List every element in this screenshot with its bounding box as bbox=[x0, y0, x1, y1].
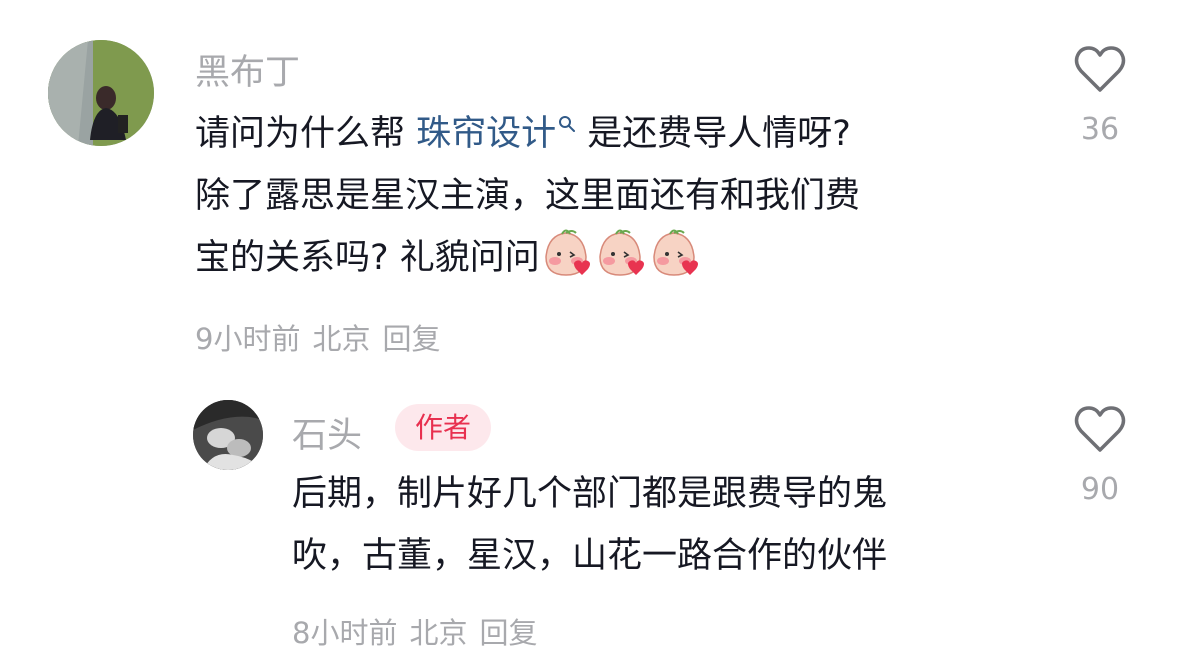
blush-kiss-emoji bbox=[652, 229, 698, 276]
comment-line: 请问为什么帮 珠帘设计 是还费导人情呀? bbox=[195, 103, 860, 165]
avatar-image bbox=[48, 40, 154, 146]
comment-text-segment: 是还费导人情呀? bbox=[576, 114, 851, 154]
comment-body: 后期，制片好几个部门都是跟费导的鬼 吹，古董，星汉，山花一路合作的伙伴 bbox=[292, 463, 887, 587]
mention-link[interactable]: 珠帘设计 bbox=[416, 114, 576, 154]
comment-line: 除了露思是星汉主演，这里面还有和我们费 bbox=[195, 176, 861, 216]
avatar-image bbox=[193, 400, 263, 470]
like-count: 90 bbox=[1080, 472, 1120, 507]
blush-kiss-emoji bbox=[544, 229, 590, 276]
mention-label: 珠帘设计 bbox=[416, 114, 557, 154]
comment-username[interactable]: 石头 bbox=[292, 407, 362, 458]
comment-username[interactable]: 黑布丁 bbox=[195, 44, 300, 95]
avatar[interactable] bbox=[48, 40, 154, 146]
like-button[interactable]: 36 bbox=[1065, 44, 1135, 147]
reply-button[interactable]: 回复 bbox=[382, 322, 440, 356]
author-badge: 作者 bbox=[395, 404, 491, 451]
comment-text-segment: 宝的关系吗? 礼貌问问 bbox=[195, 238, 540, 278]
comment-location: 北京 bbox=[312, 322, 371, 356]
blush-kiss-emoji bbox=[598, 229, 644, 276]
comment-time: 8小时前 bbox=[292, 616, 398, 650]
like-count: 36 bbox=[1080, 112, 1120, 147]
like-button[interactable]: 90 bbox=[1065, 404, 1135, 507]
comment-line: 宝的关系吗? 礼貌问问 bbox=[195, 227, 860, 289]
reply-button[interactable]: 回复 bbox=[479, 616, 537, 650]
comment-location: 北京 bbox=[409, 616, 468, 650]
comment-meta: 9小时前 北京 回复 bbox=[195, 316, 452, 358]
heart-outline-icon bbox=[1074, 46, 1126, 92]
comment-time: 9小时前 bbox=[195, 322, 301, 356]
avatar[interactable] bbox=[193, 400, 263, 470]
search-icon bbox=[559, 116, 576, 132]
heart-outline-icon bbox=[1074, 406, 1126, 452]
comment-line: 吹，古董，星汉，山花一路合作的伙伴 bbox=[292, 536, 888, 576]
comment-line: 后期，制片好几个部门都是跟费导的鬼 bbox=[292, 474, 888, 514]
comment-body: 请问为什么帮 珠帘设计 是还费导人情呀? 除了露思是星汉主演，这里面还有和我们费… bbox=[195, 103, 860, 289]
comment-meta: 8小时前 北京 回复 bbox=[292, 610, 549, 652]
comment-text-segment: 请问为什么帮 bbox=[195, 114, 417, 154]
